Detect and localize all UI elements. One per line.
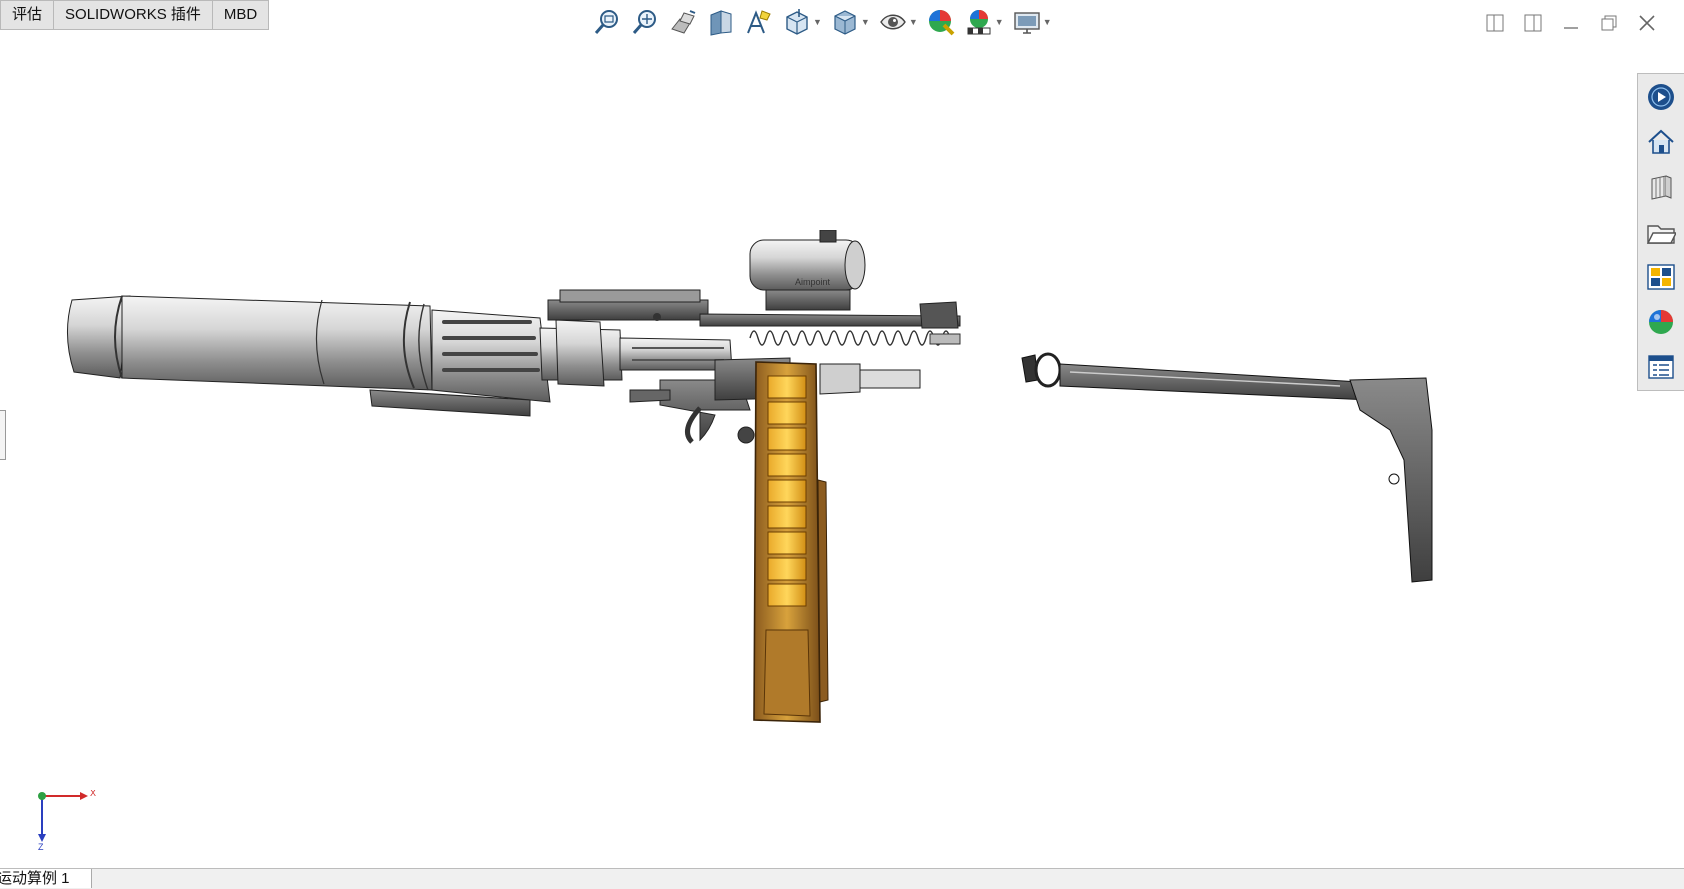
chevron-down-icon: ▼ (1042, 17, 1052, 27)
heads-up-view-toolbar: ▼ ▼ ▼ ▼ ▼ (592, 6, 1060, 38)
model-graphics-area[interactable]: Aimpoint (60, 230, 1480, 790)
ribbon-tabs: 评估 SOLIDWORKS 插件 MBD (0, 0, 270, 30)
magazine[interactable] (753, 361, 829, 723)
apply-scene-button[interactable]: ▼ (964, 7, 1004, 37)
edit-appearance-icon (928, 10, 955, 36)
view-palette-icon (1646, 224, 1676, 244)
task-pane-file-explorer[interactable] (1638, 164, 1684, 209)
design-library-icon (1648, 129, 1674, 154)
folding-stock[interactable] (1021, 352, 1433, 583)
section-view-button[interactable] (706, 7, 736, 37)
task-pane-appearances[interactable] (1638, 254, 1684, 299)
task-pane-scenes[interactable] (1638, 299, 1684, 344)
minimize-button[interactable] (1552, 8, 1590, 38)
close-button[interactable] (1628, 8, 1666, 38)
solidworks-resources-icon (1648, 83, 1674, 110)
motion-study-label: 运动算例 1 (0, 870, 70, 887)
task-pane-custom-properties[interactable] (1638, 344, 1684, 389)
section-view-icon (710, 10, 732, 36)
task-pane-view-palette[interactable] (1638, 209, 1684, 254)
dynamic-annotation-button[interactable] (744, 7, 774, 37)
tab-motion-study-1[interactable]: 运动算例 1 (0, 869, 92, 888)
view-settings-icon (1013, 12, 1040, 34)
zoom-to-area-button[interactable] (630, 7, 660, 37)
hide-show-items-icon (880, 14, 906, 30)
previous-view-icon (671, 10, 696, 34)
chevron-down-icon: ▼ (860, 17, 870, 27)
task-pane-design-library[interactable] (1638, 119, 1684, 164)
custom-properties-icon (1648, 354, 1674, 379)
previous-view-button[interactable] (668, 7, 698, 37)
coordinate-triad: X Z (38, 790, 96, 850)
dynamic-annotation-icon (747, 10, 771, 34)
triad-z-label: Z (38, 842, 44, 850)
chevron-down-icon: ▼ (908, 17, 918, 27)
file-explorer-icon (1651, 174, 1672, 200)
zoom-to-fit-icon (594, 10, 618, 34)
tab-evaluate[interactable]: 评估 (0, 0, 55, 30)
close-icon (1639, 15, 1655, 31)
bottom-tab-bar: 运动算例 1 (0, 868, 1684, 889)
task-pane (1637, 73, 1684, 391)
appearances-scenes-icon (1649, 309, 1673, 334)
display-style-icon (834, 10, 856, 35)
restore-icon (1601, 15, 1617, 31)
tile-right-button[interactable] (1514, 8, 1552, 38)
display-style-button[interactable]: ▼ (830, 7, 870, 37)
view-orientation-button[interactable]: ▼ (782, 7, 822, 37)
tile-left-button[interactable] (1476, 8, 1514, 38)
appearances-scenes-icon (1647, 263, 1675, 290)
red-dot-sight[interactable]: Aimpoint (749, 230, 866, 311)
zoom-to-fit-button[interactable] (592, 7, 622, 37)
view-settings-button[interactable]: ▼ (1012, 7, 1052, 37)
tile-left-icon (1486, 14, 1504, 32)
minimize-icon (1564, 27, 1578, 29)
view-orientation-icon (786, 9, 808, 35)
hide-show-items-button[interactable]: ▼ (878, 7, 918, 37)
feature-manager-flyout-handle[interactable] (0, 410, 6, 460)
restore-button[interactable] (1590, 8, 1628, 38)
tab-solidworks-addins[interactable]: SOLIDWORKS 插件 (53, 0, 213, 30)
chevron-down-icon: ▼ (994, 17, 1004, 27)
sight-logo-text: Aimpoint (795, 277, 831, 287)
tile-right-icon (1524, 14, 1542, 32)
zoom-to-area-icon (632, 10, 656, 34)
edit-appearance-button[interactable] (926, 7, 956, 37)
chevron-down-icon: ▼ (813, 17, 822, 27)
suppressor[interactable] (66, 295, 433, 391)
recoil-spring[interactable] (749, 330, 961, 346)
document-window-controls (1476, 8, 1666, 38)
apply-scene-icon (967, 10, 991, 35)
tab-mbd[interactable]: MBD (211, 0, 270, 30)
task-pane-solidworks-resources[interactable] (1638, 74, 1684, 119)
triad-x-label: X (90, 790, 96, 798)
